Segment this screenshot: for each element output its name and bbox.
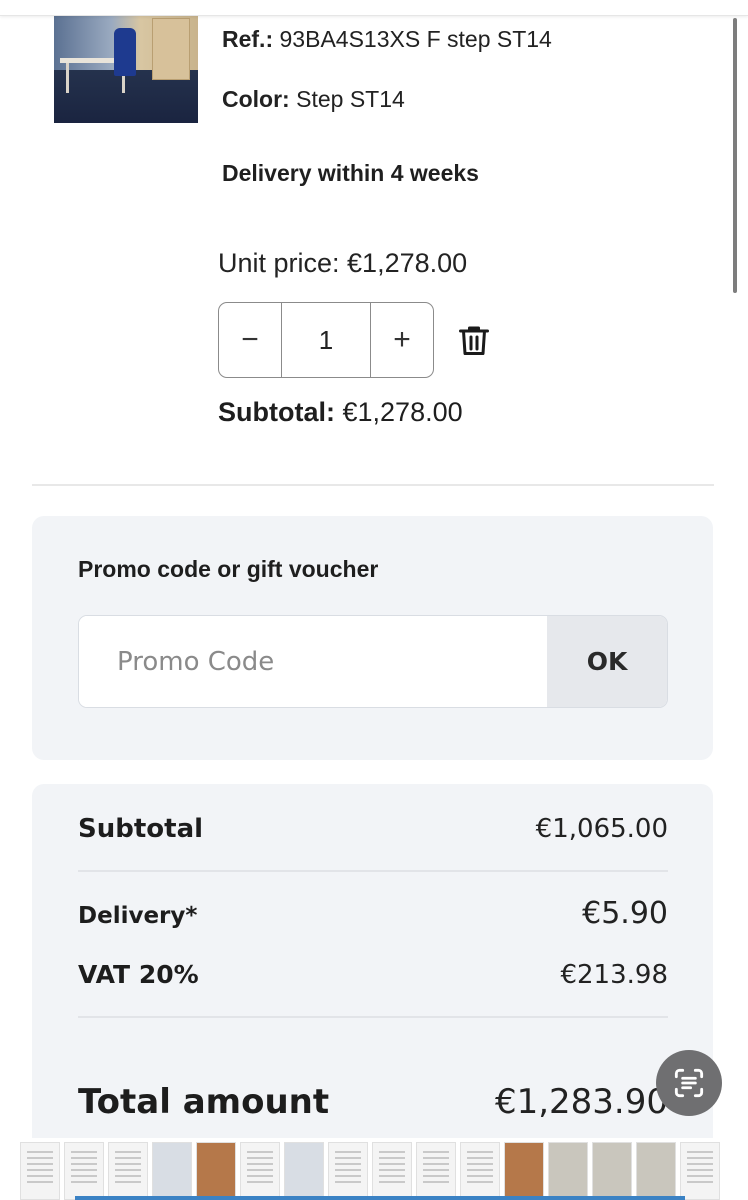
scrollbar[interactable] [733,18,737,293]
strip-selection-bar [75,1196,685,1200]
promo-field: OK [78,615,668,708]
strip-thumbnail[interactable] [152,1142,192,1200]
summary-total-label: Total amount [78,1082,330,1122]
scan-text-icon [674,1068,704,1098]
promo-panel: Promo code or gift voucher OK [32,516,713,760]
strip-thumbnail[interactable] [20,1142,60,1200]
summary-divider [78,1016,668,1018]
line-subtotal-value: €1,278.00 [342,397,463,427]
strip-thumbnail[interactable] [108,1142,148,1200]
summary-divider [78,870,668,872]
color-label: Color: [222,86,290,112]
delivery-note: Delivery within 4 weeks [222,160,479,186]
strip-thumbnail[interactable] [460,1142,500,1200]
summary-vat-row: VAT 20% €213.98 [78,960,668,990]
strip-thumbnail[interactable] [372,1142,412,1200]
top-header-edge [0,0,748,16]
summary-delivery-row: Delivery* €5.90 [78,896,668,931]
promo-code-input[interactable] [79,616,547,707]
strip-thumbnail[interactable] [680,1142,720,1200]
ref-value: 93BA4S13XS F step ST14 [279,26,552,52]
divider [32,484,714,486]
trash-icon[interactable] [456,322,492,358]
line-subtotal: Subtotal: €1,278.00 [218,397,463,428]
strip-thumbnail[interactable] [196,1142,236,1200]
strip-thumbnail[interactable] [328,1142,368,1200]
thumbnail-strip [0,1138,748,1200]
strip-thumbnail[interactable] [636,1142,676,1200]
quantity-stepper: − 1 + [218,302,434,378]
summary-total-value: €1,283.90 [494,1082,668,1122]
summary-vat-label: VAT 20% [78,960,199,989]
strip-thumbnail[interactable] [504,1142,544,1200]
unit-price: Unit price: €1,278.00 [218,248,468,278]
summary-delivery-value: €5.90 [582,896,668,931]
strip-thumbnail[interactable] [416,1142,456,1200]
strip-thumbnail[interactable] [240,1142,280,1200]
quantity-value[interactable]: 1 [281,303,371,377]
scan-text-button[interactable] [656,1050,722,1116]
summary-subtotal-row: Subtotal €1,065.00 [78,814,668,844]
strip-thumbnail[interactable] [64,1142,104,1200]
ref-label: Ref.: [222,26,274,52]
summary-subtotal-value: €1,065.00 [535,814,668,844]
strip-thumbnail[interactable] [548,1142,588,1200]
product-color: Color: Step ST14 [222,86,405,113]
summary-total-row: Total amount €1,283.90 [78,1082,668,1122]
summary-vat-value: €213.98 [560,960,668,990]
promo-title: Promo code or gift voucher [78,556,379,582]
promo-ok-button[interactable]: OK [547,616,667,707]
decrease-quantity-button[interactable]: − [219,303,281,377]
summary-delivery-label: Delivery* [78,903,198,929]
strip-thumbnail[interactable] [592,1142,632,1200]
product-ref: Ref.: 93BA4S13XS F step ST14 [222,26,552,53]
strip-thumbnail[interactable] [284,1142,324,1200]
increase-quantity-button[interactable]: + [371,303,433,377]
summary-subtotal-label: Subtotal [78,814,204,844]
color-value: Step ST14 [296,86,405,112]
line-subtotal-label: Subtotal: [218,397,335,427]
product-image[interactable] [54,0,198,123]
